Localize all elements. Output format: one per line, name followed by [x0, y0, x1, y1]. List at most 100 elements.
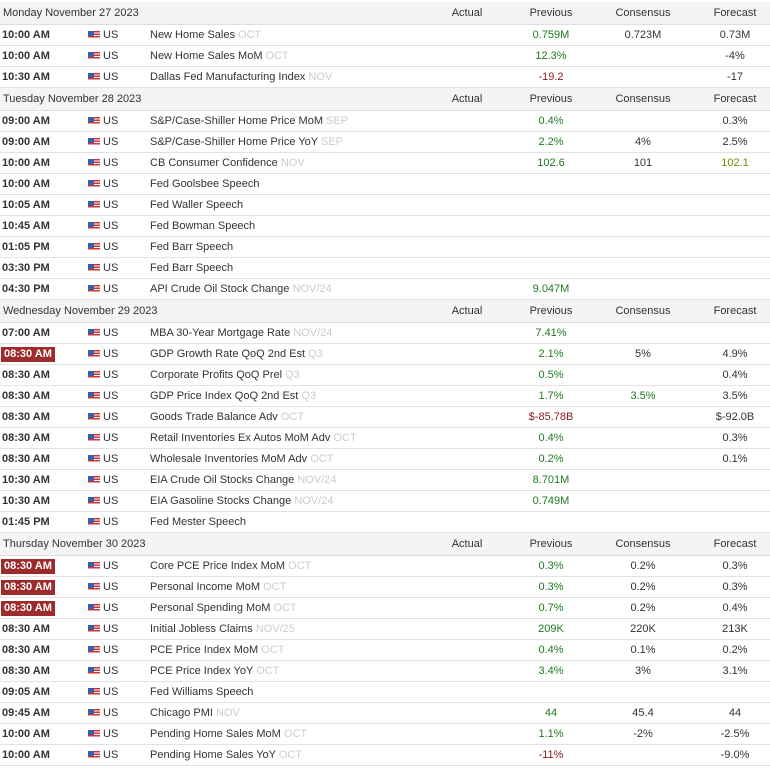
event-name-cell[interactable]: S&P/Case-Shiller Home Price MoM SEP	[150, 111, 348, 131]
event-name[interactable]: New Home Sales	[150, 29, 235, 41]
event-time: 10:30 AM	[2, 71, 50, 83]
event-name[interactable]: Corporate Profits QoQ Prel	[150, 369, 282, 381]
event-name-cell[interactable]: Fed Barr Speech	[150, 258, 233, 278]
event-name[interactable]: MBA 30-Year Mortgage Rate	[150, 327, 290, 339]
event-name-cell[interactable]: CB Consumer Confidence NOV	[150, 153, 305, 173]
event-name-cell[interactable]: Personal Income MoM OCT	[150, 577, 286, 597]
event-name-cell[interactable]: Fed Barr Speech	[150, 237, 233, 257]
event-row[interactable]: 08:30 AM US Personal Income MoM OCT 0.3% 0.2…	[0, 577, 770, 598]
event-name[interactable]: Fed Williams Speech	[150, 686, 253, 698]
event-row[interactable]: 10:00 AM US Fed Goolsbee Speech	[0, 174, 770, 195]
event-name[interactable]: Initial Jobless Claims	[150, 623, 253, 635]
event-name-cell[interactable]: GDP Price Index QoQ 2nd Est Q3	[150, 386, 316, 406]
event-name[interactable]: GDP Growth Rate QoQ 2nd Est	[150, 348, 305, 360]
event-row[interactable]: 08:30 AM US Corporate Profits QoQ Prel Q3 0…	[0, 365, 770, 386]
event-name-cell[interactable]: Fed Williams Speech	[150, 682, 253, 702]
event-row[interactable]: 08:30 AM US GDP Price Index QoQ 2nd Est Q3…	[0, 386, 770, 407]
event-row[interactable]: 10:00 AM US CB Consumer Confidence NOV 102.…	[0, 153, 770, 174]
event-name[interactable]: CB Consumer Confidence	[150, 157, 278, 169]
event-name[interactable]: Fed Goolsbee Speech	[150, 178, 259, 190]
event-name-cell[interactable]: API Crude Oil Stock Change NOV/24	[150, 279, 332, 299]
event-name-cell[interactable]: Core PCE Price Index MoM OCT	[150, 556, 311, 576]
event-name-cell[interactable]: MBA 30-Year Mortgage Rate NOV/24	[150, 323, 332, 343]
event-row[interactable]: 10:00 AM US New Home Sales OCT 0.759M 0.723M…	[0, 25, 770, 46]
event-name[interactable]: Core PCE Price Index MoM	[150, 560, 285, 572]
event-name-cell[interactable]: Fed Mester Speech	[150, 512, 246, 532]
event-name[interactable]: Wholesale Inventories MoM Adv	[150, 453, 307, 465]
event-row[interactable]: 03:30 PM US Fed Barr Speech	[0, 258, 770, 279]
event-name[interactable]: Chicago PMI	[150, 707, 213, 719]
event-row[interactable]: 09:45 AM US Chicago PMI NOV 44 45.4 44	[0, 703, 770, 724]
event-row[interactable]: 09:00 AM US S&P/Case-Shiller Home Price Mo…	[0, 111, 770, 132]
consensus-value: 3.5%	[630, 390, 656, 402]
event-name[interactable]: Goods Trade Balance Adv	[150, 411, 278, 423]
event-row[interactable]: 10:30 AM US Dallas Fed Manufacturing Index…	[0, 67, 770, 88]
event-name[interactable]: Personal Spending MoM	[150, 602, 270, 614]
event-name-cell[interactable]: Goods Trade Balance Adv OCT	[150, 407, 304, 427]
event-name-cell[interactable]: PCE Price Index YoY OCT	[150, 661, 279, 681]
event-name[interactable]: EIA Gasoline Stocks Change	[150, 495, 291, 507]
event-name-cell[interactable]: Fed Waller Speech	[150, 195, 243, 215]
event-name[interactable]: PCE Price Index MoM	[150, 644, 258, 656]
event-name[interactable]: New Home Sales MoM	[150, 50, 262, 62]
event-name-cell[interactable]: Fed Bowman Speech	[150, 216, 255, 236]
event-name-cell[interactable]: New Home Sales MoM OCT	[150, 46, 289, 66]
us-flag-icon	[88, 117, 100, 125]
event-name-cell[interactable]: Retail Inventories Ex Autos MoM Adv OCT	[150, 428, 357, 448]
event-name[interactable]: GDP Price Index QoQ 2nd Est	[150, 390, 298, 402]
event-name-cell[interactable]: Corporate Profits QoQ Prel Q3	[150, 365, 300, 385]
event-name[interactable]: API Crude Oil Stock Change	[150, 283, 289, 295]
event-name-cell[interactable]: Dallas Fed Manufacturing Index NOV	[150, 67, 332, 87]
event-name[interactable]: Fed Mester Speech	[150, 516, 246, 528]
event-name[interactable]: Personal Income MoM	[150, 581, 260, 593]
event-row[interactable]: 10:00 AM US New Home Sales MoM OCT 12.3% -4%	[0, 46, 770, 67]
event-row[interactable]: 08:30 AM US PCE Price Index MoM OCT 0.4% 0.1…	[0, 640, 770, 661]
event-name[interactable]: Fed Barr Speech	[150, 262, 233, 274]
event-row[interactable]: 07:00 AM US MBA 30-Year Mortgage Rate NOV/…	[0, 323, 770, 344]
event-row[interactable]: 08:30 AM US Retail Inventories Ex Autos Mo…	[0, 428, 770, 449]
event-row[interactable]: 08:30 AM US GDP Growth Rate QoQ 2nd Est Q3…	[0, 344, 770, 365]
event-row[interactable]: 08:30 AM US Personal Spending MoM OCT 0.7% 0…	[0, 598, 770, 619]
event-name[interactable]: EIA Crude Oil Stocks Change	[150, 474, 294, 486]
event-row[interactable]: 04:30 PM US API Crude Oil Stock Change NOV…	[0, 279, 770, 300]
event-name-cell[interactable]: EIA Crude Oil Stocks Change NOV/24	[150, 470, 337, 490]
event-row[interactable]: 10:05 AM US Fed Waller Speech	[0, 195, 770, 216]
event-name-cell[interactable]: S&P/Case-Shiller Home Price YoY SEP	[150, 132, 343, 152]
event-name[interactable]: Pending Home Sales YoY	[150, 749, 276, 761]
event-row[interactable]: 10:30 AM US EIA Crude Oil Stocks Change NO…	[0, 470, 770, 491]
event-name-cell[interactable]: Personal Spending MoM OCT	[150, 598, 297, 618]
event-row[interactable]: 10:30 AM US EIA Gasoline Stocks Change NOV…	[0, 491, 770, 512]
event-row[interactable]: 08:30 AM US Initial Jobless Claims NOV/25 2…	[0, 619, 770, 640]
event-name[interactable]: S&P/Case-Shiller Home Price MoM	[150, 115, 323, 127]
event-name-cell[interactable]: Initial Jobless Claims NOV/25	[150, 619, 295, 639]
event-row[interactable]: 10:00 AM US Pending Home Sales MoM OCT 1.1%…	[0, 724, 770, 745]
event-name-cell[interactable]: PCE Price Index MoM OCT	[150, 640, 285, 660]
event-name-cell[interactable]: New Home Sales OCT	[150, 25, 261, 45]
event-row[interactable]: 09:05 AM US Fed Williams Speech	[0, 682, 770, 703]
event-name-cell[interactable]: Pending Home Sales YoY OCT	[150, 745, 302, 765]
event-name[interactable]: Retail Inventories Ex Autos MoM Adv	[150, 432, 330, 444]
event-row[interactable]: 01:45 PM US Fed Mester Speech	[0, 512, 770, 533]
event-row[interactable]: 10:00 AM US Pending Home Sales YoY OCT -11%…	[0, 745, 770, 766]
event-row[interactable]: 08:30 AM US PCE Price Index YoY OCT 3.4% 3% 3…	[0, 661, 770, 682]
event-name[interactable]: Fed Barr Speech	[150, 241, 233, 253]
event-name-cell[interactable]: EIA Gasoline Stocks Change NOV/24	[150, 491, 333, 511]
event-name[interactable]: Dallas Fed Manufacturing Index	[150, 71, 305, 83]
country-code: US	[103, 623, 119, 635]
event-row[interactable]: 08:30 AM US Wholesale Inventories MoM Adv …	[0, 449, 770, 470]
event-name[interactable]: Fed Waller Speech	[150, 199, 243, 211]
event-name-cell[interactable]: Fed Goolsbee Speech	[150, 174, 259, 194]
event-name[interactable]: S&P/Case-Shiller Home Price YoY	[150, 136, 318, 148]
event-name[interactable]: PCE Price Index YoY	[150, 665, 253, 677]
event-name-cell[interactable]: GDP Growth Rate QoQ 2nd Est Q3	[150, 344, 323, 364]
event-row[interactable]: 01:05 PM US Fed Barr Speech	[0, 237, 770, 258]
event-row[interactable]: 09:00 AM US S&P/Case-Shiller Home Price Yo…	[0, 132, 770, 153]
event-name-cell[interactable]: Wholesale Inventories MoM Adv OCT	[150, 449, 333, 469]
event-row[interactable]: 08:30 AM US Goods Trade Balance Adv OCT $-8…	[0, 407, 770, 428]
event-row[interactable]: 10:45 AM US Fed Bowman Speech	[0, 216, 770, 237]
event-name-cell[interactable]: Pending Home Sales MoM OCT	[150, 724, 307, 744]
event-name[interactable]: Pending Home Sales MoM	[150, 728, 281, 740]
event-row[interactable]: 08:30 AM US Core PCE Price Index MoM OCT 0.…	[0, 556, 770, 577]
event-name-cell[interactable]: Chicago PMI NOV	[150, 703, 240, 723]
event-name[interactable]: Fed Bowman Speech	[150, 220, 255, 232]
